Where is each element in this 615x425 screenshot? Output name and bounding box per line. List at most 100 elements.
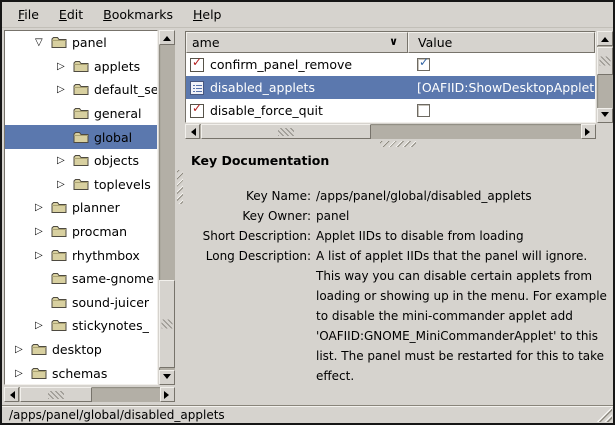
folder-icon — [73, 154, 89, 167]
tree-item-label: planner — [72, 200, 120, 215]
value-checkbox[interactable] — [417, 104, 430, 117]
menu-item[interactable]: Help — [183, 3, 232, 26]
menu-item[interactable]: File — [8, 3, 49, 26]
table-row[interactable]: disabled_applets [OAFIID:ShowDesktopAppl… — [186, 76, 595, 99]
docs-field: Key Owner: panel — [185, 206, 612, 226]
expander-icon[interactable] — [57, 155, 73, 166]
tree-item[interactable]: panel — [5, 31, 157, 55]
menu-item[interactable]: Edit — [49, 3, 93, 26]
scroll-left-button[interactable] — [185, 124, 200, 139]
key-name-label: confirm_panel_remove — [210, 57, 352, 72]
tree-item-label: desktop — [52, 342, 102, 357]
folder-icon — [31, 367, 47, 380]
key-type-icon — [190, 104, 204, 118]
tree-item-label: toplevels — [94, 177, 151, 192]
thumb-grip-icon — [278, 128, 294, 136]
tree-item-label: stickynotes_ — [72, 318, 149, 333]
expander-icon[interactable] — [35, 320, 51, 331]
table-hscroll-thumb[interactable] — [201, 124, 371, 139]
key-name-cell: disabled_applets — [186, 80, 408, 95]
table-row[interactable]: disable_force_quit — [186, 99, 595, 122]
tree-item[interactable]: procman — [5, 220, 157, 244]
expander-icon[interactable] — [57, 84, 73, 95]
table-row[interactable]: confirm_panel_remove — [186, 53, 595, 76]
config-tree: panel applets default_se — [4, 30, 158, 385]
arrow-down-icon — [163, 374, 171, 383]
table-vertical-scrollbar[interactable] — [597, 31, 613, 123]
value-checkbox[interactable] — [417, 58, 430, 71]
menu-item-label: Help — [193, 7, 222, 22]
scroll-up-button[interactable] — [159, 30, 175, 45]
scroll-down-button[interactable] — [159, 370, 175, 385]
scroll-down-button[interactable] — [597, 108, 613, 123]
menu-item-label: Edit — [59, 7, 83, 22]
docs-field-label: Key Name: — [185, 186, 311, 206]
pane-splitter[interactable] — [176, 28, 184, 405]
thumb-grip-icon — [162, 320, 173, 329]
key-name-label: disabled_applets — [210, 80, 315, 95]
folder-icon — [73, 83, 89, 96]
tree-item[interactable]: global — [5, 125, 157, 149]
column-header-name-label: ame — [192, 35, 220, 50]
folder-icon — [51, 225, 67, 238]
resize-grip-icon[interactable] — [596, 407, 612, 422]
expander-icon[interactable] — [35, 202, 51, 213]
tree-item[interactable]: objects — [5, 149, 157, 173]
tree-vertical-scrollbar[interactable] — [159, 30, 175, 385]
docs-title: Key Documentation — [191, 153, 612, 168]
tree-item[interactable]: rhythmbox — [5, 243, 157, 267]
tree-item-label: objects — [94, 153, 139, 168]
key-table: ame Value confirm_panel_remove — [185, 31, 596, 123]
tree-hscroll-thumb[interactable] — [20, 387, 92, 402]
expander-icon[interactable] — [15, 368, 31, 379]
menu-item[interactable]: Bookmarks — [93, 3, 183, 26]
tree-vscroll-thumb[interactable] — [159, 280, 175, 368]
docs-fields: Key Name: /apps/panel/global/disabled_ap… — [185, 186, 612, 386]
sort-indicator-icon — [389, 35, 398, 48]
status-bar: /apps/panel/global/disabled_applets — [2, 405, 613, 423]
folder-icon — [51, 319, 67, 332]
tree-item[interactable]: default_se — [5, 78, 157, 102]
thumb-grip-icon — [48, 391, 64, 399]
expander-icon[interactable] — [35, 37, 51, 48]
tree-item[interactable]: desktop — [5, 338, 157, 362]
expander-icon[interactable] — [35, 250, 51, 261]
menu-bar: File Edit Bookmarks Help — [2, 2, 613, 28]
tree-item-label: schemas — [52, 366, 107, 381]
tree-item[interactable]: planner — [5, 196, 157, 220]
expander-icon[interactable] — [57, 179, 73, 190]
tree-item[interactable]: stickynotes_ — [5, 314, 157, 338]
scroll-up-button[interactable] — [597, 31, 613, 46]
key-type-icon — [190, 58, 204, 72]
expander-icon[interactable] — [15, 344, 31, 355]
key-type-icon — [190, 81, 204, 95]
tree-item[interactable]: schemas — [5, 361, 157, 385]
arrow-down-icon — [601, 112, 609, 121]
tree-item[interactable]: sound-juicer — [5, 291, 157, 315]
docs-field: Key Name: /apps/panel/global/disabled_ap… — [185, 186, 612, 206]
tree-item[interactable]: general — [5, 102, 157, 126]
tree-item[interactable]: same-gnome — [5, 267, 157, 291]
expander-icon[interactable] — [57, 61, 73, 72]
scroll-right-button[interactable] — [160, 387, 175, 402]
arrow-up-icon — [601, 33, 609, 42]
tree-item[interactable]: applets — [5, 55, 157, 79]
table-vscroll-thumb[interactable] — [597, 47, 613, 75]
folder-icon — [51, 249, 67, 262]
table-horizontal-scrollbar[interactable] — [185, 124, 596, 139]
docs-splitter-grip[interactable] — [380, 141, 416, 147]
folder-icon — [51, 272, 67, 285]
expander-icon[interactable] — [35, 226, 51, 237]
tree-horizontal-scrollbar[interactable] — [4, 387, 175, 402]
column-header-value[interactable]: Value — [408, 32, 595, 53]
scroll-left-button[interactable] — [4, 387, 19, 402]
docs-field-label: Key Owner: — [185, 206, 311, 226]
value-text: [OAFIID:ShowDesktopApplet] — [417, 80, 595, 95]
docs-field-label: Short Description: — [185, 226, 311, 246]
tree-item[interactable]: toplevels — [5, 173, 157, 197]
menu-item-label: File — [18, 7, 39, 22]
column-header-name[interactable]: ame — [186, 32, 408, 53]
folder-icon — [31, 343, 47, 356]
arrow-right-icon — [164, 391, 173, 399]
scroll-right-button[interactable] — [581, 124, 596, 139]
